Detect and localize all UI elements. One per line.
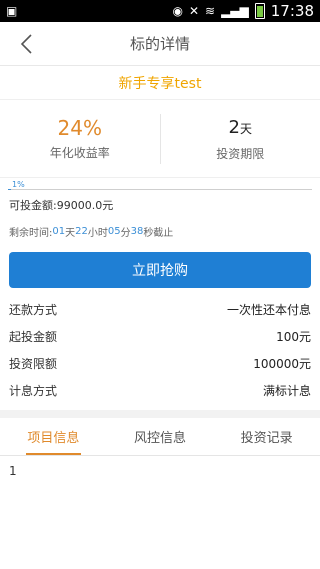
status-right: ◉ ✕ ≋ ▂▄▆ 17:38: [172, 2, 314, 20]
term-value-wrap: 2天: [229, 116, 252, 141]
tab-investment-records[interactable]: 投资记录: [213, 418, 320, 455]
chevron-left-icon: [20, 34, 32, 54]
detail-value: 满标计息: [262, 384, 311, 398]
tab-content: 1: [9, 464, 17, 478]
detail-row-interest: 计息方式 满标计息: [0, 377, 320, 404]
mute-icon: ✕: [188, 4, 200, 18]
detail-list: 还款方式 一次性还本付息 起投金额 100元 投资限额 100000元 计息方式…: [0, 296, 320, 404]
remaining-label: 剩余时间:: [9, 227, 53, 239]
detail-label: 还款方式: [9, 303, 58, 317]
notification-icon: ▣: [6, 4, 18, 18]
stats-panel: 24% 年化收益率 2天 投资期限: [0, 100, 320, 178]
annual-rate: 24%: [57, 116, 102, 140]
remaining-hours: 22: [75, 225, 88, 237]
remaining-minutes: 05: [107, 225, 121, 237]
battery-icon: [254, 3, 265, 19]
status-bar: ▣ ◉ ✕ ≋ ▂▄▆ 17:38: [0, 0, 320, 22]
term-value: 2: [228, 116, 240, 138]
remaining-days: 01: [52, 225, 66, 237]
header: 标的详情: [0, 22, 320, 66]
term-stat: 2天 投资期限: [159, 113, 320, 164]
progress-bar: 1%: [0, 178, 320, 192]
progress-text: 1%: [12, 180, 25, 189]
detail-label: 计息方式: [9, 384, 58, 398]
term-label: 投资期限: [216, 146, 265, 161]
progress-fill: [8, 189, 12, 190]
tab-bar: 项目信息 风控信息 投资记录: [0, 410, 320, 456]
detail-row-repayment: 还款方式 一次性还本付息: [0, 296, 320, 323]
remaining-seconds-unit: 秒截止: [143, 227, 174, 239]
available-value: 99000.0元: [56, 199, 114, 212]
detail-label: 起投金额: [9, 330, 58, 344]
term-unit: 天: [239, 121, 252, 136]
eye-icon: ◉: [172, 4, 183, 18]
status-time: 17:38: [270, 2, 314, 20]
rate-stat: 24% 年化收益率: [0, 114, 160, 164]
product-name: 新手专享test: [0, 66, 320, 100]
status-left: ▣: [6, 4, 17, 18]
detail-value: 100元: [276, 330, 311, 344]
remaining-minutes-unit: 分: [120, 227, 131, 239]
remaining-seconds: 38: [130, 225, 144, 237]
buy-now-button[interactable]: 立即抢购: [9, 252, 311, 288]
remaining-days-unit: 天: [65, 227, 76, 239]
progress-track: [8, 189, 312, 190]
detail-label: 投资限额: [9, 357, 58, 371]
tab-project-info[interactable]: 项目信息: [0, 418, 107, 455]
available-amount: 可投金额: 99000.0元: [0, 192, 320, 218]
available-label: 可投金额:: [9, 199, 57, 212]
detail-value: 一次性还本付息: [226, 303, 311, 317]
remaining-time: 剩余时间: 01 天 22 小时 05 分 38 秒截止: [0, 218, 320, 244]
detail-row-limit: 投资限额 100000元: [0, 350, 320, 377]
remaining-hours-unit: 小时: [87, 227, 108, 239]
signal-icon: ▂▄▆: [221, 4, 249, 18]
wifi-icon: ≋: [205, 4, 216, 18]
back-button[interactable]: [14, 30, 38, 58]
annual-rate-label: 年化收益率: [49, 146, 110, 160]
page-title: 标的详情: [129, 35, 190, 53]
tab-risk-info[interactable]: 风控信息: [107, 418, 214, 455]
detail-value: 100000元: [253, 357, 311, 371]
detail-row-min-amount: 起投金额 100元: [0, 323, 320, 350]
